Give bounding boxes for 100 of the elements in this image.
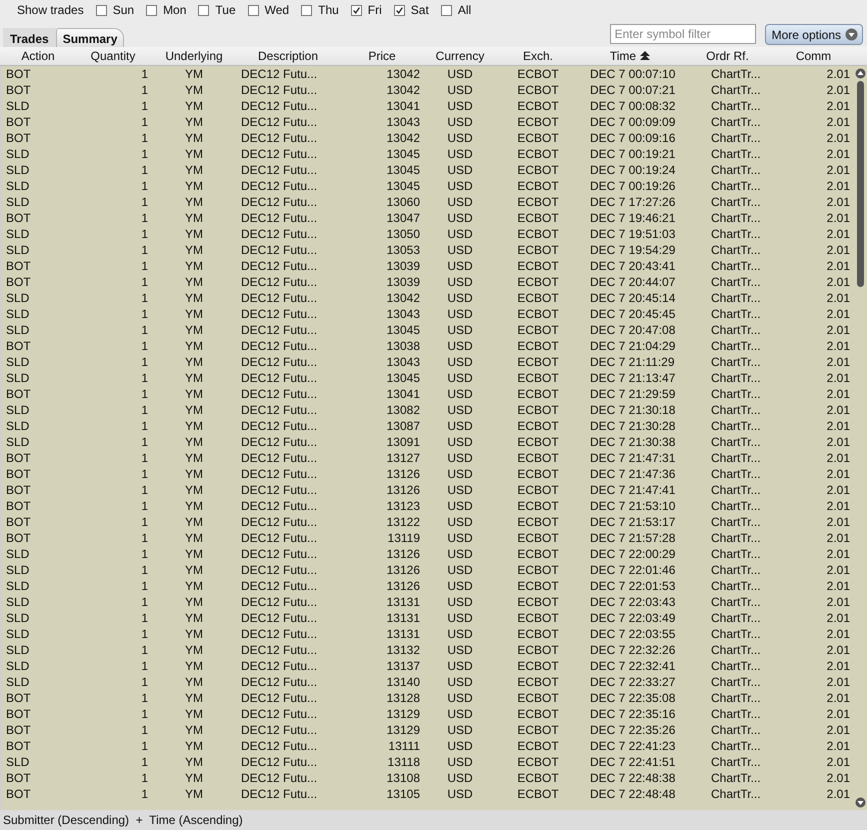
table-cell: 1 bbox=[141, 259, 148, 273]
table-cell: DEC12 Futu... bbox=[241, 771, 318, 785]
table-cell: USD bbox=[447, 163, 473, 177]
table-cell: SLD bbox=[6, 547, 30, 561]
table-cell: 2.01 bbox=[826, 339, 850, 353]
table-cell: 13127 bbox=[386, 451, 420, 465]
checkbox[interactable] bbox=[96, 4, 107, 16]
table-cell: 1 bbox=[141, 787, 148, 801]
table-cell: DEC12 Futu... bbox=[241, 691, 318, 705]
checkbox-label[interactable]: Thu bbox=[318, 3, 339, 17]
table-cell: 13041 bbox=[386, 387, 420, 401]
tab[interactable]: Summary bbox=[56, 28, 124, 47]
table-cell: DEC12 Futu... bbox=[241, 643, 318, 657]
column-header[interactable]: Price bbox=[368, 49, 396, 63]
column-header[interactable]: Description bbox=[258, 49, 318, 63]
table-cell: 2.01 bbox=[826, 147, 850, 161]
symbol-filter-field[interactable]: Enter symbol filter bbox=[610, 24, 756, 44]
table-cell: DEC12 Futu... bbox=[241, 339, 318, 353]
table-cell: ECBOT bbox=[517, 131, 559, 145]
table-cell: YM bbox=[185, 531, 203, 545]
table-cell: 1 bbox=[141, 99, 148, 113]
checkbox[interactable] bbox=[198, 4, 210, 16]
column-header[interactable]: Action bbox=[21, 49, 55, 63]
table-cell: YM bbox=[185, 771, 203, 785]
checkbox[interactable] bbox=[248, 4, 259, 16]
table-cell: 13118 bbox=[388, 755, 420, 769]
table-cell: DEC 7 00:19:24 bbox=[590, 163, 676, 177]
table-cell: YM bbox=[185, 211, 203, 225]
checkbox-label[interactable]: Wed bbox=[264, 3, 290, 17]
checkbox[interactable] bbox=[440, 4, 452, 16]
table-cell: 1 bbox=[141, 723, 148, 737]
table-cell: ChartTr... bbox=[711, 259, 761, 273]
checkbox[interactable] bbox=[146, 4, 158, 16]
table-cell: ChartTr... bbox=[711, 467, 761, 481]
table-cell: 1 bbox=[141, 115, 148, 129]
checkbox-label[interactable]: Sat bbox=[410, 3, 429, 17]
table-cell: YM bbox=[185, 323, 203, 337]
checkbox-label[interactable]: Tue bbox=[215, 3, 236, 17]
table-cell: DEC12 Futu... bbox=[241, 611, 318, 625]
table-cell: DEC 7 21:29:59 bbox=[590, 387, 676, 401]
table-cell: 2.01 bbox=[826, 291, 850, 305]
table-cell: 13039 bbox=[386, 259, 420, 273]
table-cell: YM bbox=[185, 115, 203, 129]
table-cell: USD bbox=[447, 627, 473, 641]
table-cell: DEC 7 00:07:21 bbox=[590, 83, 676, 97]
table-cell: ChartTr... bbox=[711, 563, 761, 577]
table-cell: DEC12 Futu... bbox=[241, 467, 318, 481]
table-cell: ChartTr... bbox=[711, 131, 761, 145]
checkbox[interactable] bbox=[394, 4, 405, 16]
table-cell: DEC 7 21:13:47 bbox=[590, 371, 676, 385]
sort-order-text: Submitter (Descending) + Time (Ascending) bbox=[3, 813, 243, 827]
table-cell: ChartTr... bbox=[711, 675, 761, 689]
table-cell: SLD bbox=[6, 579, 30, 593]
column-header[interactable]: Ordr Rf. bbox=[706, 49, 749, 63]
checkbox-label[interactable]: All bbox=[458, 3, 472, 17]
table-cell: DEC12 Futu... bbox=[241, 595, 318, 609]
checkbox[interactable] bbox=[350, 4, 362, 16]
table-cell: 1 bbox=[141, 307, 148, 321]
scroll-down-icon[interactable] bbox=[855, 797, 866, 808]
table-cell: DEC12 Futu... bbox=[241, 115, 318, 129]
table-cell: 13126 bbox=[386, 483, 420, 497]
table-cell: 1 bbox=[141, 531, 148, 545]
table-cell: YM bbox=[185, 291, 203, 305]
table-cell: 1 bbox=[141, 451, 148, 465]
column-header[interactable]: Quantity bbox=[90, 49, 136, 63]
table-cell: 2.01 bbox=[826, 131, 850, 145]
tab[interactable]: Trades bbox=[3, 28, 56, 47]
checkbox-label[interactable]: Mon bbox=[163, 3, 186, 17]
table-cell: YM bbox=[185, 259, 203, 273]
table-cell: DEC 7 22:32:26 bbox=[590, 643, 676, 657]
table-cell: DEC 7 22:01:53 bbox=[590, 579, 676, 593]
column-header[interactable]: Underlying bbox=[165, 49, 223, 63]
table-cell: BOT bbox=[6, 211, 31, 225]
table-cell: DEC12 Futu... bbox=[241, 195, 318, 209]
table-cell: DEC 7 21:47:36 bbox=[590, 467, 676, 481]
column-header[interactable]: Currency bbox=[436, 49, 484, 63]
column-header[interactable]: Time bbox=[610, 49, 636, 63]
table-cell: USD bbox=[447, 259, 473, 273]
table-cell: ECBOT bbox=[517, 595, 559, 609]
table-cell: USD bbox=[447, 451, 473, 465]
table-cell: DEC12 Futu... bbox=[241, 227, 318, 241]
table-cell: DEC 7 00:19:21 bbox=[590, 147, 676, 161]
checkbox-label[interactable]: Sun bbox=[112, 3, 134, 17]
table-cell: USD bbox=[447, 339, 473, 353]
column-header[interactable]: Comm bbox=[796, 49, 832, 63]
table-cell: SLD bbox=[6, 755, 30, 769]
table-cell: DEC 7 21:30:28 bbox=[590, 419, 676, 433]
scroll-up-icon[interactable] bbox=[855, 68, 866, 79]
table-cell: 13050 bbox=[386, 227, 420, 241]
column-header[interactable]: Exch. bbox=[522, 49, 553, 63]
scrollbar-thumb[interactable] bbox=[857, 81, 864, 287]
table-cell: 1 bbox=[141, 595, 148, 609]
checkbox-label[interactable]: Fri bbox=[368, 3, 382, 17]
table-cell: ChartTr... bbox=[711, 579, 761, 593]
checkbox[interactable] bbox=[301, 4, 312, 16]
table-cell: ECBOT bbox=[517, 67, 559, 81]
table-cell: 1 bbox=[141, 403, 148, 417]
table-cell: ChartTr... bbox=[711, 547, 761, 561]
scrollbar[interactable] bbox=[854, 66, 867, 810]
more-options-button[interactable]: More options bbox=[764, 24, 863, 45]
